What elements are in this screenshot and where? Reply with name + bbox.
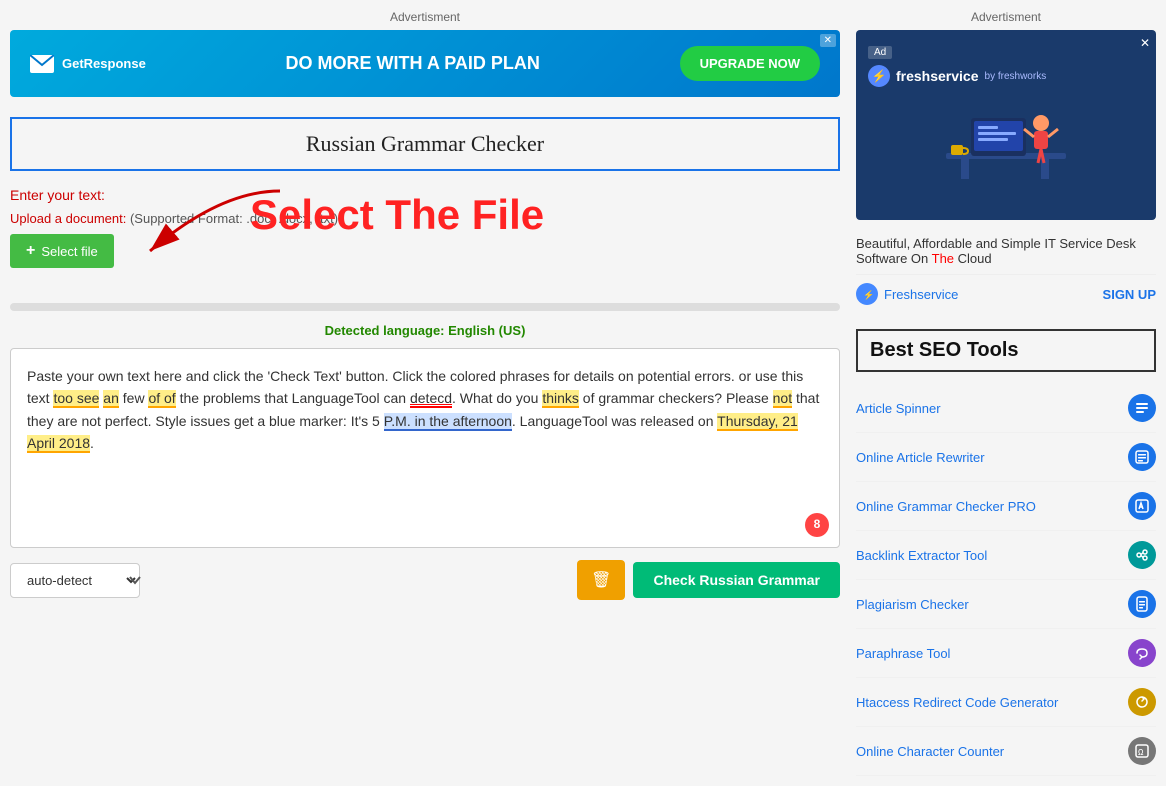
sidebar-ad-close[interactable]: ✕	[1140, 36, 1150, 50]
seo-tool-item: Paraphrase Tool	[856, 629, 1156, 678]
text-part-6: of grammar checkers? Please	[579, 390, 773, 406]
upload-section: Select The File Upload a document: (Supp…	[10, 211, 840, 291]
freshservice-icon: ⚡	[856, 283, 878, 305]
text-part-5: . What do you	[452, 390, 542, 406]
sign-up-link[interactable]: SIGN UP	[1103, 287, 1156, 302]
sidebar-ad-illustration	[868, 93, 1144, 193]
seo-tool-name[interactable]: Backlink Extractor Tool	[856, 548, 987, 563]
text-part-8: . LanguageTool was released on	[512, 413, 717, 429]
sidebar-ad-label: Advertisment	[856, 10, 1156, 24]
text-editor[interactable]: Paste your own text here and click the '…	[10, 348, 840, 548]
trash-icon: 🗑	[591, 572, 611, 589]
seo-tool-name[interactable]: Htaccess Redirect Code Generator	[856, 695, 1058, 710]
svg-text:Ω: Ω	[1138, 748, 1144, 758]
arrow-graphic	[70, 181, 290, 271]
select-file-label: Select The File	[250, 191, 544, 239]
check-grammar-button[interactable]: Check Russian Grammar	[633, 562, 840, 598]
text-part-4: the problems that LanguageTool can	[176, 390, 410, 406]
highlight-the: The	[932, 251, 954, 266]
paraphrase-icon	[1128, 639, 1156, 667]
ad-label-main: Advertisment	[10, 10, 840, 24]
style-pm[interactable]: P.M. in the afternoon	[384, 413, 512, 431]
seo-tool-item: Plagiarism Checker	[856, 580, 1156, 629]
seo-tool-item: Online Article Rewriter	[856, 433, 1156, 482]
envelope-icon	[30, 55, 54, 73]
seo-tools-list: Article Spinner Online Article Rewriter …	[856, 384, 1156, 776]
tool-title: Russian Grammar Checker	[24, 131, 826, 157]
grammar-checker-icon	[1128, 492, 1156, 520]
freshservice-logo-icon: ⚡	[868, 65, 890, 87]
plagiarism-icon	[1128, 590, 1156, 618]
text-part-3: few	[119, 390, 149, 406]
article-spinner-icon	[1128, 394, 1156, 422]
freshservice-subtitle: by freshworks	[985, 71, 1047, 82]
seo-tool-item: Article Spinner	[856, 384, 1156, 433]
language-selector[interactable]: auto-detect English (US) English (UK) Ru…	[10, 563, 140, 598]
ad-tag: Ad	[868, 46, 892, 59]
seo-tool-name[interactable]: Paraphrase Tool	[856, 646, 950, 661]
ad-banner: ✕ GetResponse DO MORE WITH A PAID PLAN U…	[10, 30, 840, 97]
progress-bar	[10, 303, 840, 311]
detected-language: Detected language: English (US)	[10, 323, 840, 338]
error-detecd[interactable]: detecd	[410, 390, 452, 408]
sidebar-ad: Ad ✕ ⚡ freshservice by freshworks	[856, 30, 1156, 220]
seo-tool-item: Online Character Counter Ω	[856, 727, 1156, 776]
seo-tool-item: Online Grammar Checker PRO	[856, 482, 1156, 531]
sidebar: Advertisment Ad ✕ ⚡ freshservice by fres…	[856, 10, 1156, 776]
tool-title-box: Russian Grammar Checker	[10, 117, 840, 171]
seo-tool-item: Htaccess Redirect Code Generator	[856, 678, 1156, 727]
seo-tool-name[interactable]: Online Character Counter	[856, 744, 1004, 759]
error-thinks[interactable]: thinks	[542, 390, 579, 408]
freshservice-label: Freshservice	[884, 287, 958, 302]
ad-upgrade-button[interactable]: UPGRADE NOW	[680, 46, 820, 81]
sidebar-ad-info: Beautiful, Affordable and Simple IT Serv…	[856, 236, 1156, 313]
error-count-badge: 8	[805, 513, 829, 537]
seo-tool-item: Backlink Extractor Tool	[856, 531, 1156, 580]
error-of-of[interactable]: of of	[148, 390, 175, 408]
sidebar-ad-description: Beautiful, Affordable and Simple IT Serv…	[856, 236, 1156, 266]
seo-tool-name[interactable]: Plagiarism Checker	[856, 597, 969, 612]
ad-illustration-svg	[926, 93, 1086, 193]
ad-main-text: DO MORE WITH A PAID PLAN	[286, 53, 540, 74]
freshservice-bar: ⚡ Freshservice SIGN UP	[856, 274, 1156, 313]
seo-tools-title: Best SEO Tools	[856, 329, 1156, 372]
text-part-9: .	[90, 435, 94, 451]
ad-brand-name: GetResponse	[62, 56, 146, 71]
seo-tool-name[interactable]: Online Article Rewriter	[856, 450, 985, 465]
plus-icon: +	[26, 242, 35, 260]
htaccess-icon	[1128, 688, 1156, 716]
freshservice-name-bar: ⚡ Freshservice	[856, 283, 958, 305]
delete-button[interactable]: 🗑	[577, 560, 625, 600]
error-not[interactable]: not	[773, 390, 792, 408]
error-an[interactable]: an	[103, 390, 119, 408]
backlink-icon	[1128, 541, 1156, 569]
freshservice-brand: ⚡ freshservice by freshworks	[868, 65, 1144, 87]
bottom-controls: auto-detect English (US) English (UK) Ru…	[10, 560, 840, 600]
article-rewriter-icon	[1128, 443, 1156, 471]
ad-corner-x[interactable]: ✕	[820, 34, 836, 47]
ad-brand: GetResponse	[30, 55, 146, 73]
seo-tool-name[interactable]: Online Grammar Checker PRO	[856, 499, 1036, 514]
svg-text:⚡: ⚡	[863, 289, 874, 301]
freshservice-brand-name: freshservice	[896, 68, 979, 84]
error-too-see[interactable]: too see	[53, 390, 99, 408]
seo-tool-name[interactable]: Article Spinner	[856, 401, 941, 416]
char-counter-icon: Ω	[1128, 737, 1156, 765]
